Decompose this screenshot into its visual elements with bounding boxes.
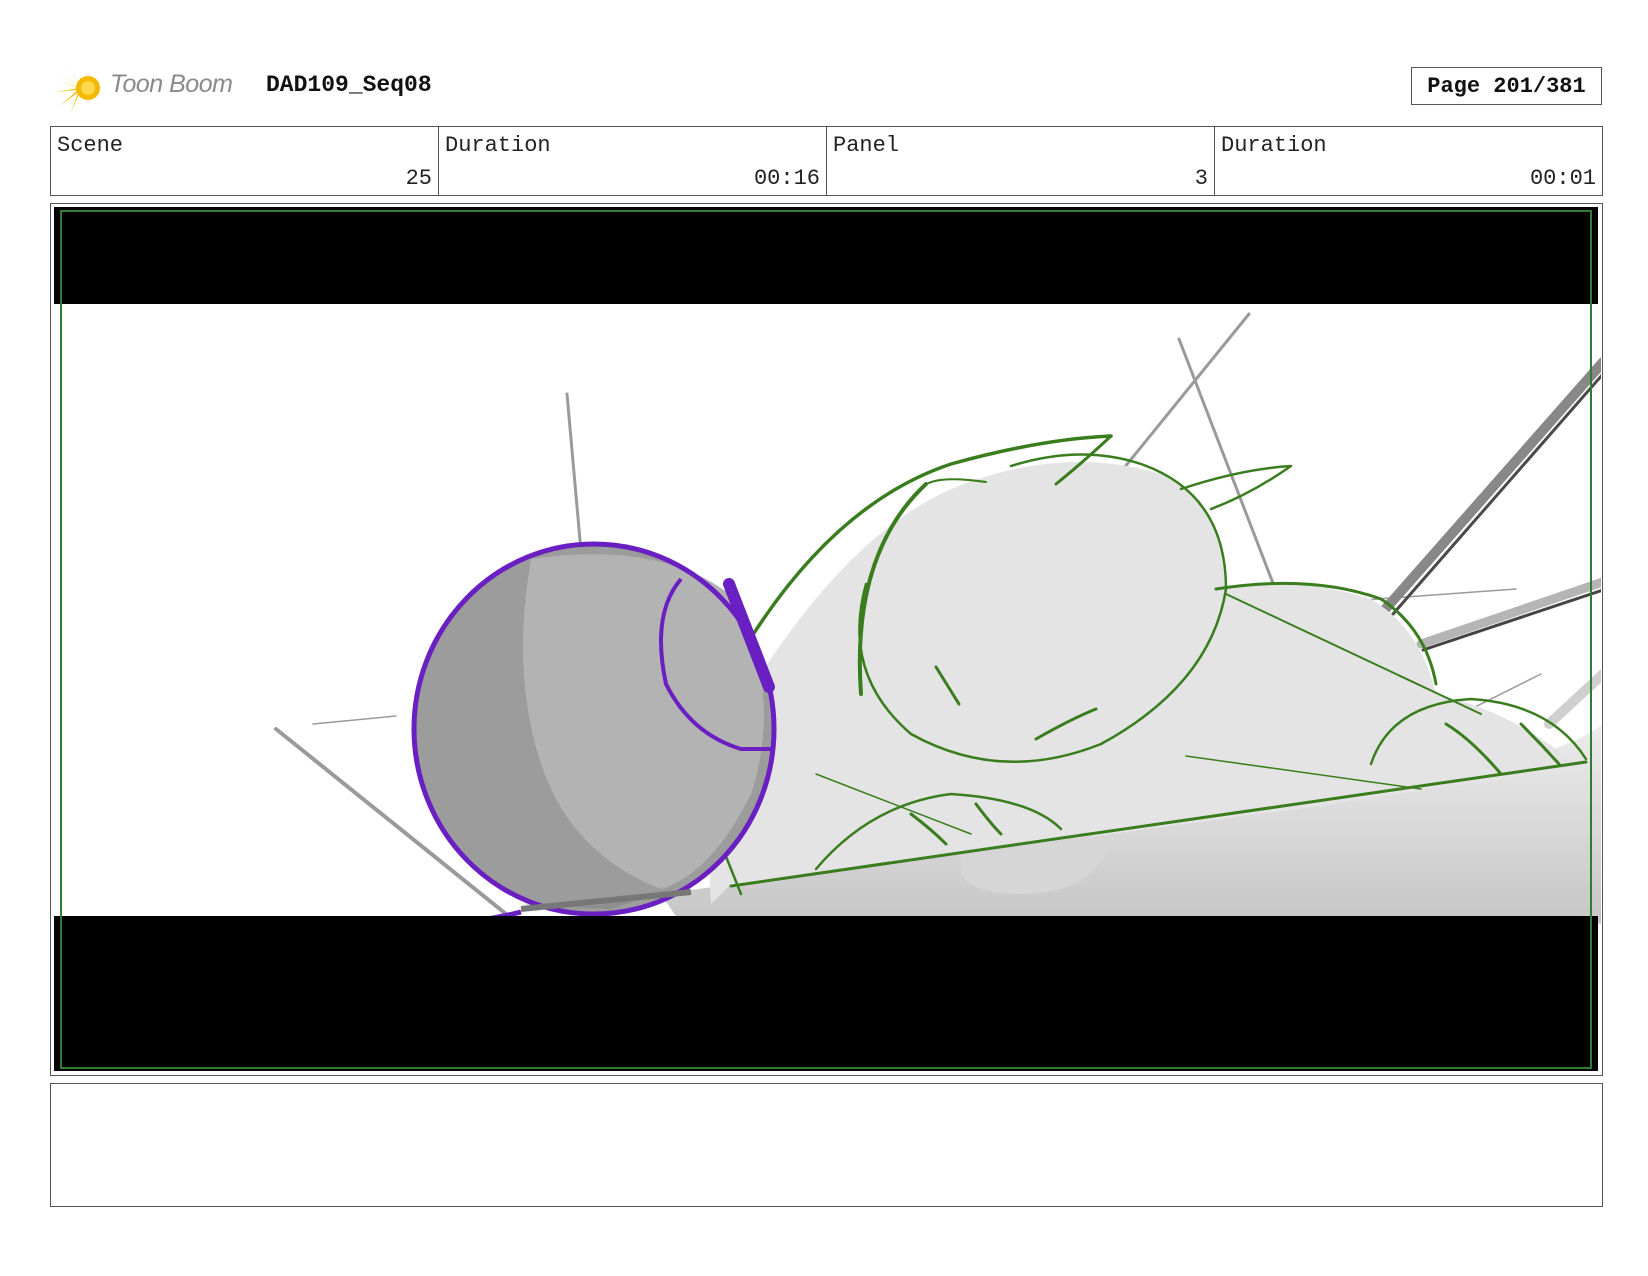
panel-duration-label: Duration [1221, 133, 1327, 158]
logo-text: Toon Boom [110, 70, 233, 98]
page-number: Page 201/381 [1411, 67, 1602, 105]
panel-drawing [54, 204, 1601, 1074]
letterbox-bottom [54, 916, 1598, 1071]
scene-duration-label: Duration [445, 133, 551, 158]
toon-boom-starburst-icon [52, 62, 100, 114]
panel-notes [50, 1083, 1603, 1207]
scene-value: 25 [405, 166, 432, 191]
panel-label: Panel [833, 133, 900, 158]
scene-label: Scene [57, 133, 124, 158]
scene-duration-value: 00:16 [753, 166, 820, 191]
panel-value: 3 [1194, 166, 1208, 191]
letterbox-top [54, 207, 1598, 304]
panel-duration-cell: Duration 00:01 [1215, 127, 1602, 195]
toon-boom-logo: Toon Boom [52, 60, 252, 116]
panel-cell: Panel 3 [827, 127, 1215, 195]
project-title: DAD109_Seq08 [266, 72, 432, 98]
scene-cell: Scene 25 [51, 127, 439, 195]
scene-duration-cell: Duration 00:16 [439, 127, 827, 195]
panel-duration-value: 00:01 [1529, 166, 1596, 191]
storyboard-panel [50, 203, 1603, 1076]
scene-info-table: Scene 25 Duration 00:16 Panel 3 Duration… [50, 126, 1603, 196]
